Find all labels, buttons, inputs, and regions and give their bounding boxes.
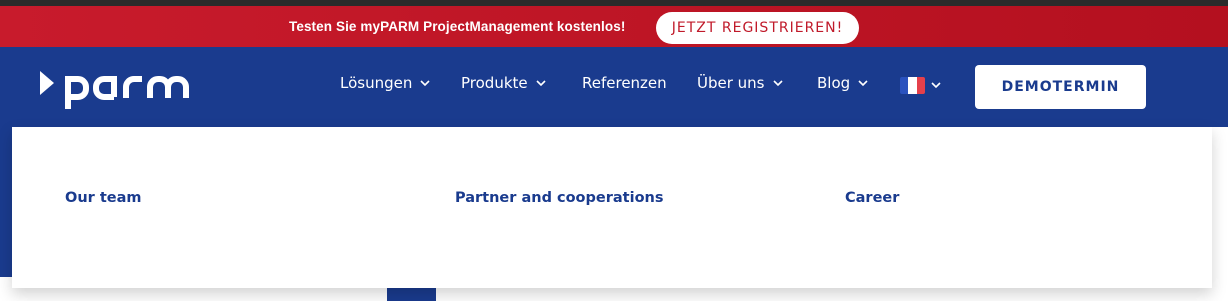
nav-item-label: Über uns	[697, 74, 765, 92]
nav-item-label: Blog	[817, 74, 851, 92]
chevron-down-icon	[420, 80, 430, 87]
chevron-down-icon	[536, 80, 546, 87]
parm-logo[interactable]	[38, 67, 194, 109]
nav-item-ueber-uns[interactable]: Über uns	[697, 74, 783, 92]
background-blue-block	[387, 286, 436, 301]
nav-item-label: Referenzen	[582, 74, 667, 92]
dropdown-link-our-team[interactable]: Our team	[65, 190, 142, 206]
background-blue-strip	[0, 127, 12, 277]
chevron-down-icon	[858, 80, 868, 87]
nav-item-blog[interactable]: Blog	[817, 74, 868, 92]
main-navigation: Lösungen Produkte Referenzen Über uns Bl…	[0, 47, 1228, 127]
dropdown-link-career[interactable]: Career	[845, 190, 899, 206]
nav-item-produkte[interactable]: Produkte	[461, 74, 546, 92]
nav-item-loesungen[interactable]: Lösungen	[340, 74, 430, 92]
ueber-uns-dropdown-menu: Our team Partner and cooperations Career	[12, 127, 1212, 288]
french-flag-icon[interactable]	[900, 77, 925, 94]
nav-item-label: Lösungen	[340, 74, 413, 92]
nav-item-label: Produkte	[461, 74, 528, 92]
register-button[interactable]: JETZT REGISTRIEREN!	[656, 12, 859, 44]
promo-text: Testen Sie myPARM ProjectManagement kost…	[289, 19, 626, 34]
promo-banner: Testen Sie myPARM ProjectManagement kost…	[0, 6, 1228, 47]
demo-appointment-button[interactable]: DEMOTERMIN	[975, 65, 1146, 109]
dropdown-link-partners[interactable]: Partner and cooperations	[455, 190, 663, 206]
language-chevron-down-icon[interactable]	[931, 81, 941, 89]
chevron-down-icon	[772, 80, 783, 87]
nav-item-referenzen[interactable]: Referenzen	[582, 74, 667, 92]
